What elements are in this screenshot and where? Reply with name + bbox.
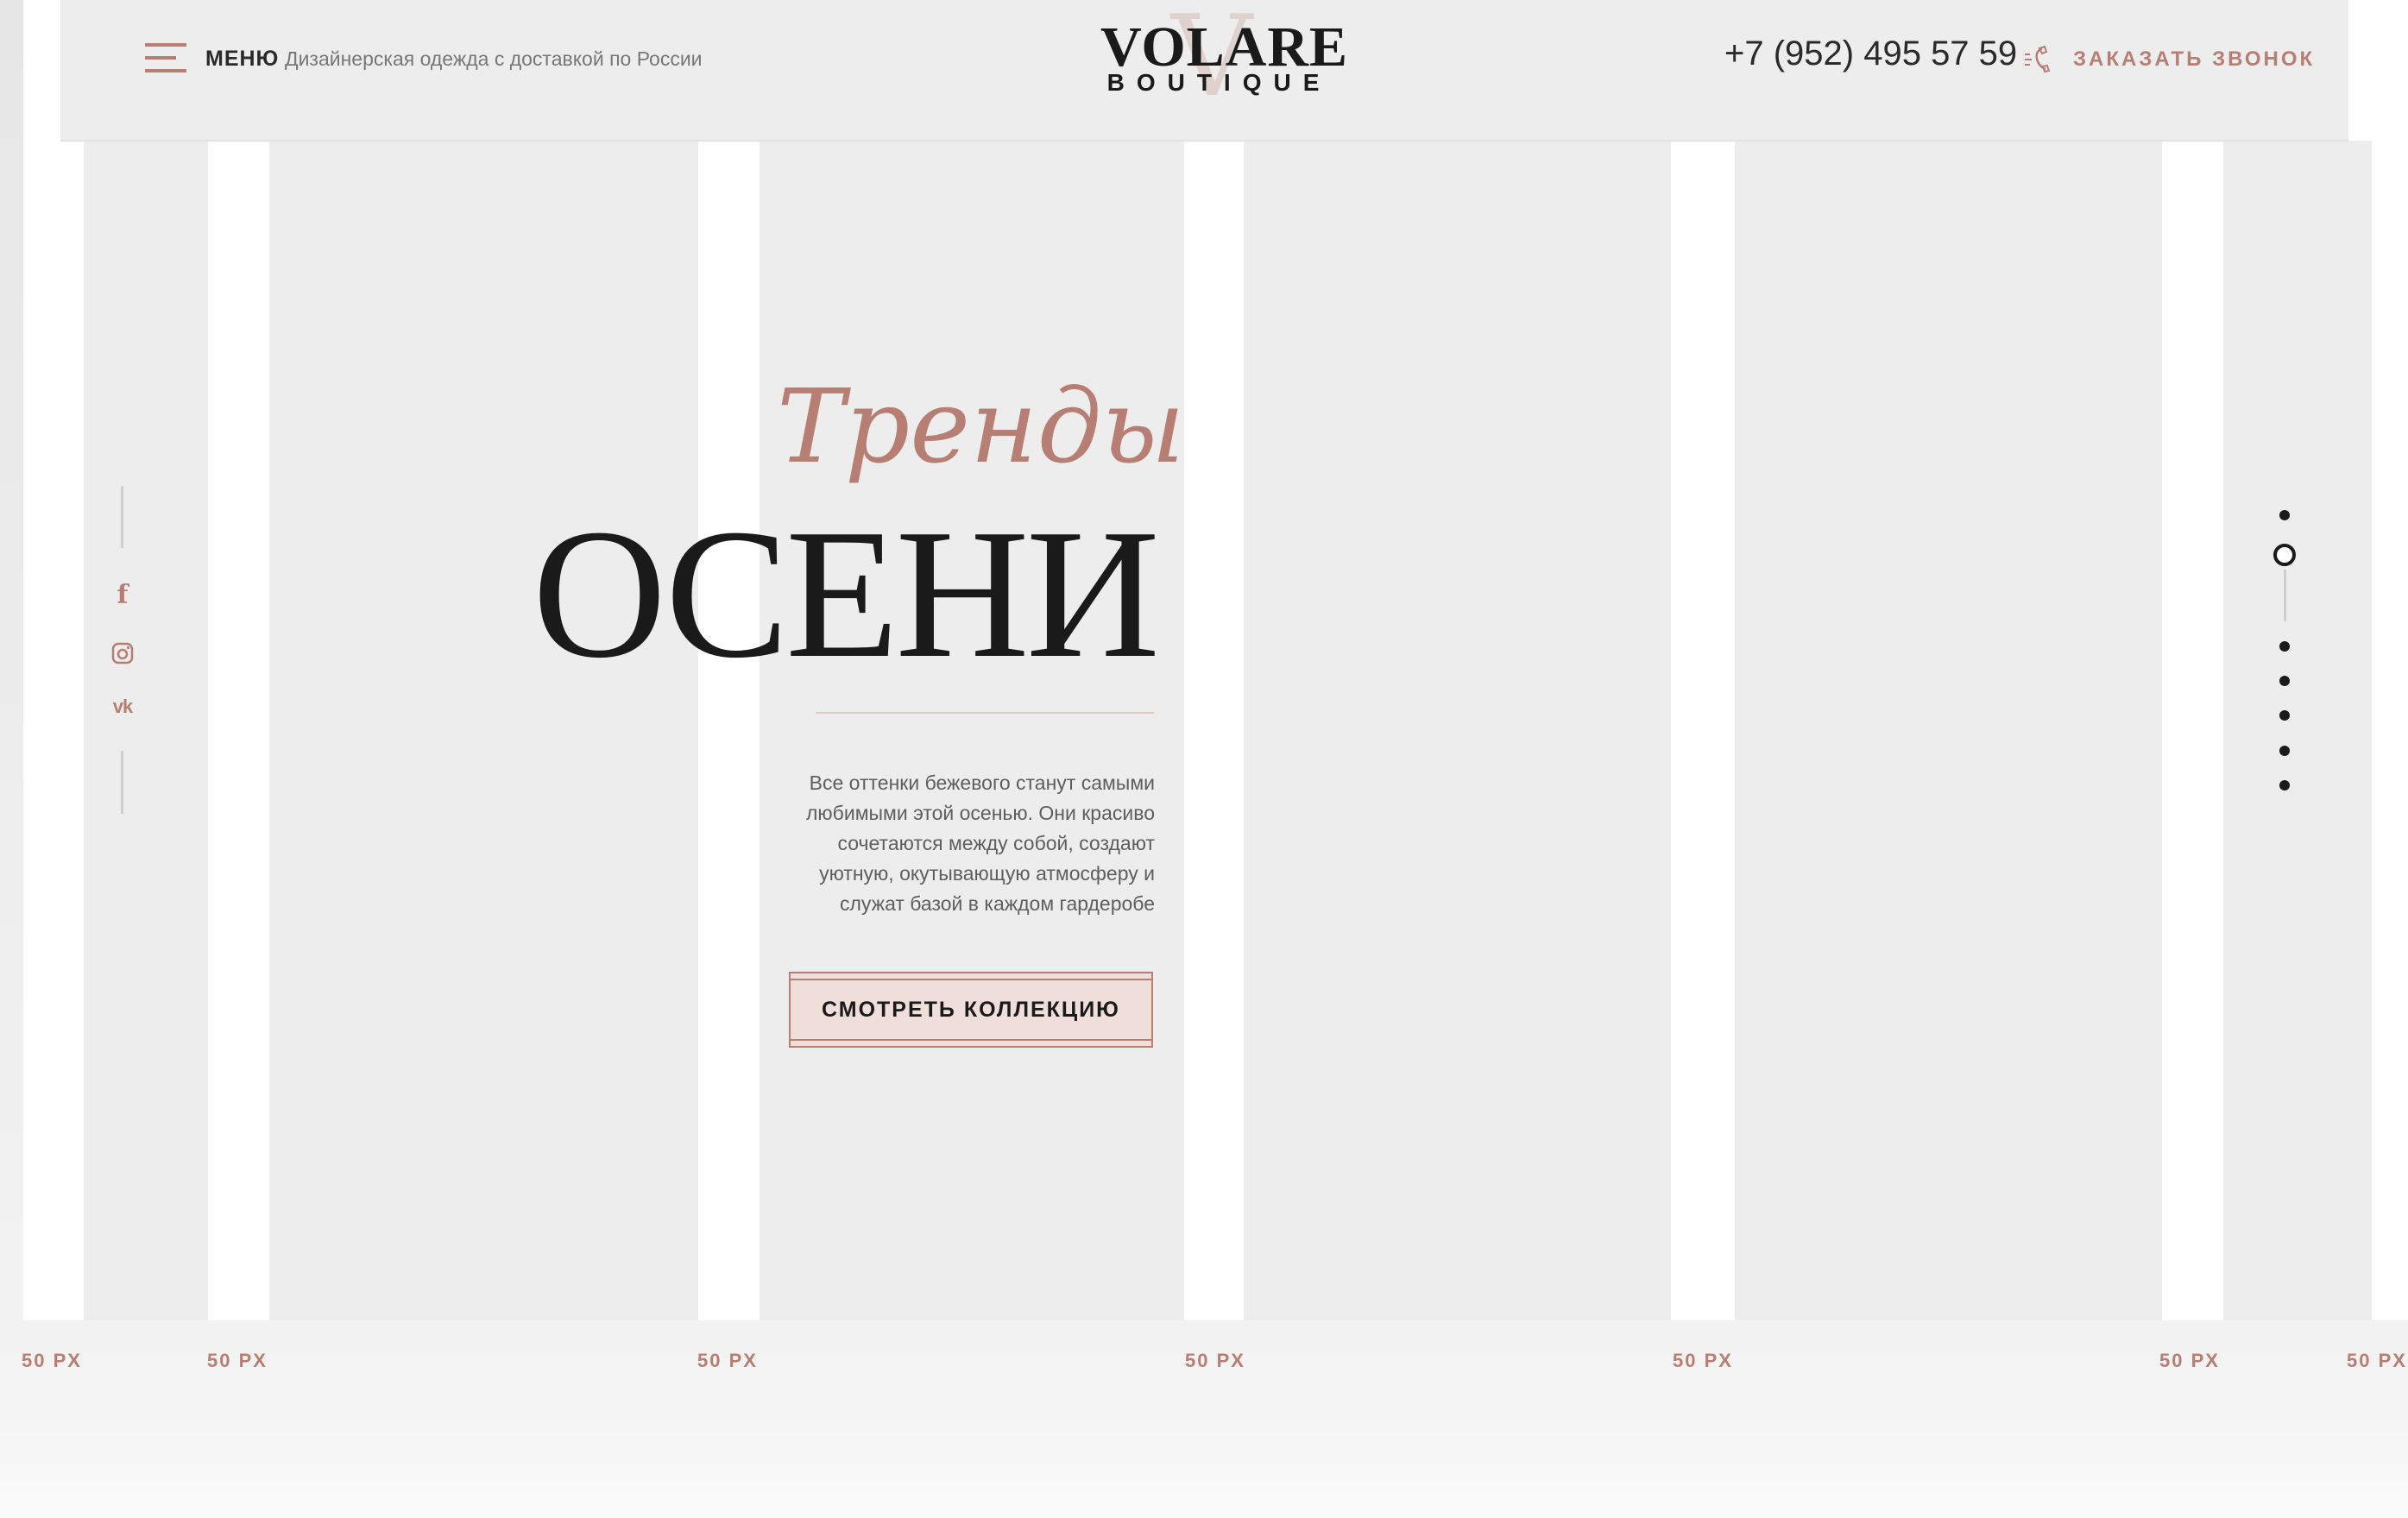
slider-dot[interactable] [2279, 710, 2290, 721]
grid-column [2223, 141, 2372, 1320]
hero-trend-word: Тренды [777, 367, 1185, 486]
gutter-width-label: 50 PX [22, 1350, 82, 1371]
slider-dot[interactable] [2279, 746, 2290, 756]
gutter-width-label: 50 PX [697, 1350, 758, 1371]
menu-button[interactable]: МЕНЮ [205, 47, 279, 72]
phone-number[interactable]: +7 (952) 495 57 59 [1724, 35, 2017, 73]
slider-dot[interactable] [2279, 510, 2290, 520]
layout-canvas [23, 0, 2408, 1320]
phone-icon [2022, 44, 2052, 73]
logo-subtitle: BOUTIQUE [1106, 69, 1332, 96]
site-header: МЕНЮ Дизайнерская одежда с доставкой по … [60, 0, 2348, 142]
social-divider-bottom [121, 751, 123, 814]
grid-column [1244, 141, 1671, 1320]
gutter-width-label: 50 PX [207, 1350, 268, 1371]
slider-dot[interactable] [2279, 676, 2290, 686]
request-call-button[interactable]: ЗАКАЗАТЬ ЗВОНОК [2073, 47, 2315, 72]
grid-column [760, 141, 1184, 1320]
instagram-icon[interactable] [108, 639, 137, 668]
grid-column [1735, 141, 2162, 1320]
gutter-width-label: 50 PX [2159, 1350, 2220, 1371]
header-tagline: Дизайнерская одежда с доставкой по Росси… [285, 47, 703, 70]
vk-glyph: vk [112, 696, 134, 717]
page-background: МЕНЮ Дизайнерская одежда с доставкой по … [0, 0, 2408, 1518]
gutter-width-label: 50 PX [2347, 1350, 2407, 1371]
slider-dot[interactable] [2279, 780, 2290, 790]
grid-column [84, 141, 208, 1320]
hero-description: Все оттенки бежевого станут самыми любим… [806, 772, 1155, 915]
hero-divider [816, 712, 1154, 714]
gutter-width-label: 50 PX [1185, 1350, 1245, 1371]
facebook-icon[interactable]: f [108, 579, 137, 610]
logo-word: VOLARE [1100, 16, 1349, 79]
brand-logo[interactable]: V VOLARE BOUTIQUE [1100, 0, 1349, 112]
grid-column [269, 141, 698, 1320]
view-collection-button[interactable]: СМОТРЕТЬ КОЛЛЕКЦИЮ [789, 972, 1153, 1048]
vk-icon[interactable]: vk [108, 692, 137, 721]
hero-title: ОСЕНИ [532, 490, 1160, 696]
hamburger-icon[interactable] [145, 43, 186, 74]
slider-track [2284, 570, 2286, 621]
slider-dot[interactable] [2279, 641, 2290, 652]
gutter-width-label: 50 PX [1673, 1350, 1733, 1371]
slider-dot[interactable] [2273, 544, 2296, 566]
social-divider-top [121, 486, 123, 548]
facebook-glyph: f [117, 579, 129, 610]
